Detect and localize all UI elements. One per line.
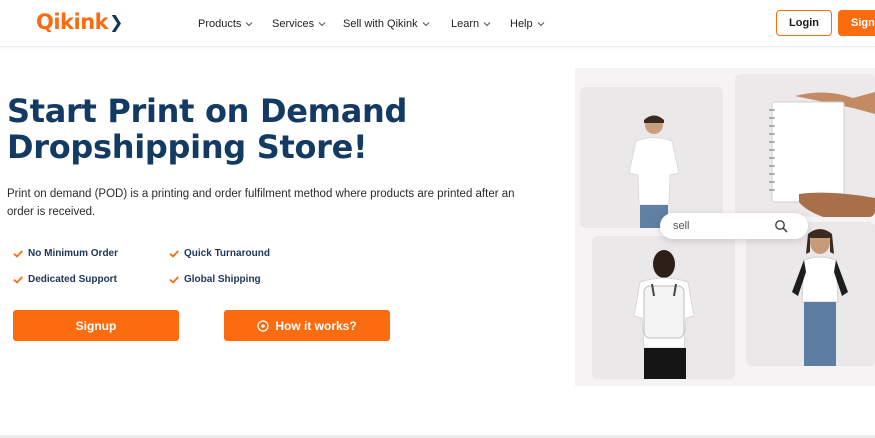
hero-title-line-1: Start Print on Demand (7, 92, 408, 130)
feature-label: Quick Turnaround (184, 248, 270, 259)
notebook-image (735, 74, 875, 217)
nav-help-label: Help (510, 18, 533, 30)
hero-title: Start Print on Demand Dropshipping Store… (7, 93, 527, 165)
collage-search-bar[interactable]: sell (660, 213, 808, 239)
feature-global-shipping: Global Shipping (169, 274, 261, 285)
check-icon (169, 250, 179, 257)
backpack-woman-photo (592, 236, 735, 379)
feature-label: No Minimum Order (28, 248, 119, 259)
backpack-image (592, 236, 735, 379)
login-button[interactable]: Login (776, 10, 832, 36)
hero-title-line-2: Dropshipping Store! (7, 128, 368, 166)
search-icon[interactable] (774, 219, 788, 233)
search-query-text: sell (673, 220, 690, 232)
chevron-down-icon (537, 22, 544, 27)
feature-label: Global Shipping (184, 274, 261, 285)
nav-sell-label: Sell with Qikink (343, 18, 418, 30)
header-signup-button[interactable]: Signup (838, 10, 875, 36)
man-tshirt-image (580, 87, 723, 228)
nav-sell-with-qikink[interactable]: Sell with Qikink (343, 16, 430, 32)
feature-no-minimum-order: No Minimum Order (13, 248, 118, 259)
notebook-hands-photo (735, 74, 875, 217)
hero-signup-button[interactable]: Signup (13, 310, 179, 341)
model-man-tshirt-photo (580, 87, 723, 228)
how-it-works-label: How it works? (275, 318, 357, 333)
nav-services-label: Services (272, 18, 315, 30)
check-icon (13, 276, 23, 283)
nav-products[interactable]: Products (198, 16, 253, 32)
play-circle-icon (257, 319, 269, 332)
feature-quick-turnaround: Quick Turnaround (169, 248, 270, 259)
chevron-down-icon (483, 22, 491, 27)
feature-dedicated-support: Dedicated Support (13, 274, 117, 285)
nav-services[interactable]: Services (272, 16, 326, 32)
hero-description: Print on demand (POD) is a printing and … (7, 188, 515, 218)
chevron-down-icon (246, 22, 253, 27)
chevron-down-icon (422, 22, 429, 27)
nav-learn[interactable]: Learn (451, 16, 491, 32)
how-it-works-button[interactable]: How it works? (224, 310, 390, 341)
check-icon (169, 276, 179, 283)
check-icon (13, 250, 23, 257)
site-header: Qikink❯ Products Services Sell with Qiki… (0, 0, 875, 47)
raglan-tee-image (746, 222, 875, 366)
nav-help[interactable]: Help (510, 16, 545, 32)
nav-products-label: Products (198, 18, 242, 30)
nav-learn-label: Learn (451, 18, 480, 30)
feature-label: Dedicated Support (28, 274, 117, 285)
raglan-woman-photo (746, 222, 875, 366)
qikink-logo[interactable]: Qikink❯ (36, 10, 123, 34)
chevron-down-icon (318, 22, 326, 27)
